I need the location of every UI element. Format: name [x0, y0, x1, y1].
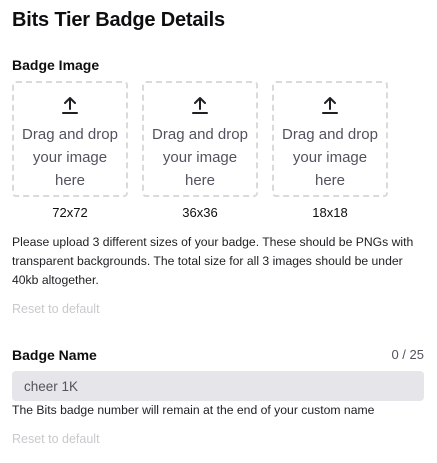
upload-icon	[192, 97, 208, 114]
upload-36-column: Drag and drop your image here 36x36	[142, 81, 262, 220]
upload-icon	[62, 97, 78, 114]
size-label-72: 72x72	[52, 205, 88, 220]
reset-image-link[interactable]: Reset to default	[12, 302, 100, 316]
badge-name-input[interactable]	[12, 371, 424, 401]
upload-icon	[322, 97, 338, 114]
upload-dropzone-72[interactable]: Drag and drop your image here	[12, 81, 128, 197]
badge-upload-row: Drag and drop your image here 72x72 Drag…	[12, 81, 402, 226]
reset-name-link[interactable]: Reset to default	[12, 432, 100, 446]
badge-name-label: Badge Name	[12, 347, 97, 363]
character-count: 0 / 25	[391, 347, 424, 362]
upload-72-column: Drag and drop your image here 72x72	[12, 81, 132, 220]
badge-image-label: Badge Image	[12, 57, 100, 73]
dropzone-text: Drag and drop your image here	[282, 126, 378, 189]
page-title: Bits Tier Badge Details	[12, 9, 225, 31]
dropzone-text: Drag and drop your image here	[152, 126, 248, 189]
dropzone-text: Drag and drop your image here	[22, 126, 118, 189]
badge-name-help-text: The Bits badge number will remain at the…	[12, 403, 375, 417]
upload-dropzone-36[interactable]: Drag and drop your image here	[142, 81, 258, 197]
size-label-18: 18x18	[312, 205, 348, 220]
upload-dropzone-18[interactable]: Drag and drop your image here	[272, 81, 388, 197]
upload-18-column: Drag and drop your image here 18x18	[272, 81, 392, 220]
badge-image-help-text: Please upload 3 different sizes of your …	[12, 235, 414, 287]
size-label-36: 36x36	[182, 205, 218, 220]
